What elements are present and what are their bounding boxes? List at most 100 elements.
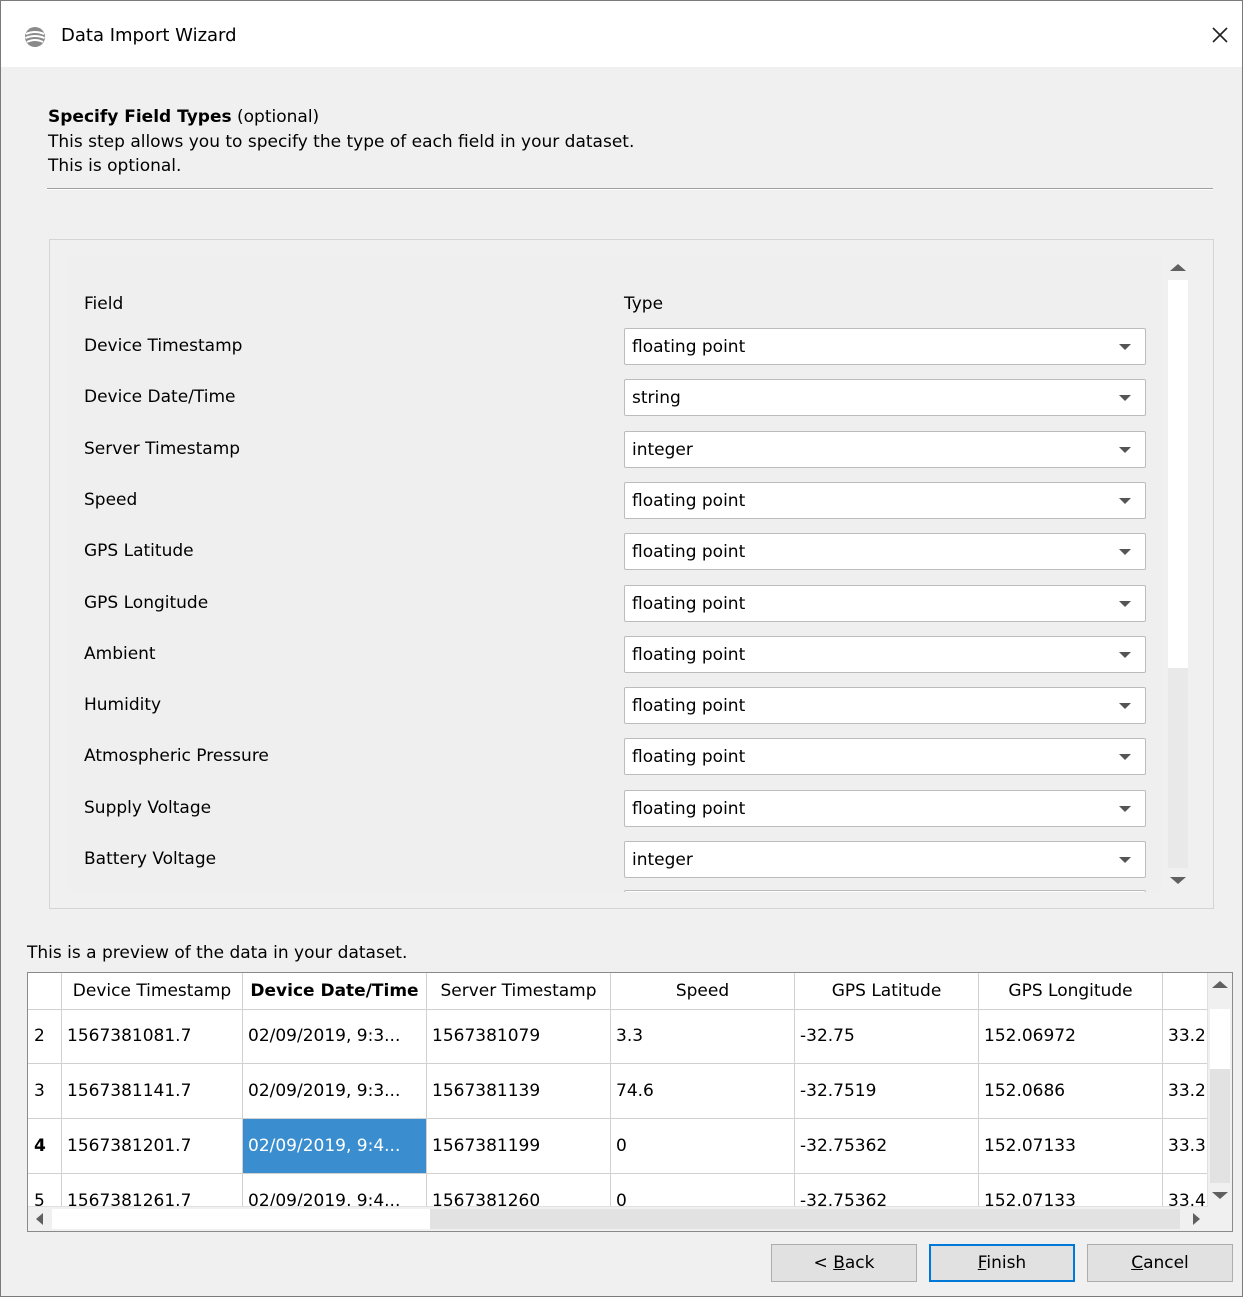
grid-scroll-left-icon[interactable] xyxy=(36,1213,43,1225)
type-select[interactable]: floating point xyxy=(624,635,1146,673)
grid-cell[interactable]: 152.0686 xyxy=(979,1064,1163,1119)
grid-cell[interactable]: 1567381199 xyxy=(427,1119,611,1174)
chevron-down-icon[interactable] xyxy=(1119,395,1131,402)
grid-cell[interactable]: 1567381141.7 xyxy=(62,1064,243,1119)
field-types-scrollbar[interactable] xyxy=(1166,256,1190,892)
type-select[interactable]: floating point xyxy=(624,481,1146,519)
chevron-down-icon[interactable] xyxy=(1119,344,1131,350)
type-select[interactable]: integer xyxy=(624,841,1146,878)
type-select[interactable]: string xyxy=(624,379,1146,417)
chevron-down-icon[interactable] xyxy=(1119,754,1131,761)
field-name-label: Ambient xyxy=(84,643,156,664)
chevron-down-icon[interactable] xyxy=(1119,805,1131,812)
grid-cell[interactable]: 74.6 xyxy=(611,1064,795,1119)
type-select-value: floating point xyxy=(632,644,746,665)
field-type-row: GPS Latitude floating point xyxy=(68,533,1162,573)
grid-cell[interactable]: 1567381079 xyxy=(427,1009,611,1064)
grid-cell[interactable]: 1567381201.7 xyxy=(62,1119,243,1174)
grid-cell[interactable]: -32.75362 xyxy=(795,1119,979,1174)
scroll-down-icon[interactable] xyxy=(1170,877,1186,884)
field-type-row: Speed floating point xyxy=(68,481,1162,522)
grid-cell[interactable]: 02/09/2019, 9:3... xyxy=(243,1064,427,1119)
grid-scroll-down-icon[interactable] xyxy=(1212,1192,1228,1199)
grid-cell[interactable]: 3.3 xyxy=(611,1009,795,1064)
grid-column-header[interactable]: GPS Longitude xyxy=(979,973,1163,1009)
grid-cell[interactable]: 1567381081.7 xyxy=(62,1009,243,1064)
preview-horizontal-scrollbar[interactable] xyxy=(28,1206,1208,1231)
grid-hscroll-track[interactable] xyxy=(430,1209,1180,1229)
back-button-rest: ack xyxy=(844,1253,875,1273)
type-select-value: floating point xyxy=(632,747,746,768)
grid-cell[interactable]: 0 xyxy=(611,1119,795,1174)
type-select-value: integer xyxy=(632,439,693,460)
field-column-header: Field xyxy=(84,294,124,314)
grid-cell[interactable]: 152.06972 xyxy=(979,1009,1163,1064)
type-select[interactable]: floating point xyxy=(624,687,1146,725)
close-icon[interactable] xyxy=(1204,19,1236,51)
type-select[interactable]: integer xyxy=(624,430,1146,468)
finish-button-rest: inish xyxy=(986,1253,1027,1273)
chevron-down-icon[interactable] xyxy=(1119,446,1131,453)
grid-row-number[interactable]: 3 xyxy=(28,1064,62,1119)
field-name-label: Atmospheric Pressure xyxy=(84,746,269,767)
field-type-row: GPS Longitude floating point xyxy=(68,584,1162,625)
grid-column-header[interactable]: Device Date/Time xyxy=(243,973,427,1009)
chevron-down-icon[interactable] xyxy=(1119,703,1131,710)
chevron-down-icon[interactable] xyxy=(1119,497,1131,504)
preview-vertical-scrollbar[interactable] xyxy=(1207,973,1232,1207)
grid-cell[interactable]: 152.07133 xyxy=(979,1119,1163,1174)
page-title-suffix: (optional) xyxy=(231,107,320,127)
type-select[interactable]: floating point xyxy=(624,789,1146,827)
grid-column-header[interactable]: Speed xyxy=(611,973,795,1009)
type-select-partial[interactable] xyxy=(624,890,1146,892)
cancel-button-mnemonic: C xyxy=(1131,1253,1144,1273)
field-name-label: Battery Voltage xyxy=(84,849,217,869)
grid-row[interactable]: 2 1567381081.7 02/09/2019, 9:3... 156738107… xyxy=(28,1009,1232,1064)
page-title: Specify Field Types (optional) xyxy=(48,107,319,127)
finish-button[interactable]: Finish xyxy=(929,1244,1075,1282)
cancel-button[interactable]: Cancel xyxy=(1087,1244,1233,1282)
type-select[interactable]: floating point xyxy=(624,328,1146,365)
grid-cell-selected[interactable]: 02/09/2019, 9:4... xyxy=(243,1119,427,1174)
field-type-row: Server Timestamp integer xyxy=(68,430,1162,471)
type-select-value: floating point xyxy=(632,542,746,563)
field-name-label: GPS Latitude xyxy=(84,541,194,562)
grid-column-header[interactable]: Server Timestamp xyxy=(427,973,611,1009)
chevron-down-icon[interactable] xyxy=(1119,857,1131,863)
grid-scroll-right-icon[interactable] xyxy=(1193,1213,1200,1225)
grid-row[interactable]: 3 1567381141.7 02/09/2019, 9:3... 156738113… xyxy=(28,1064,1232,1119)
scrollbar-track[interactable] xyxy=(1168,668,1188,868)
preview-grid[interactable]: Device Timestamp Device Date/Time Server T… xyxy=(27,972,1233,1232)
type-select[interactable]: floating point xyxy=(624,584,1146,622)
grid-corner-header[interactable] xyxy=(28,973,62,1009)
chevron-down-icon[interactable] xyxy=(1119,549,1131,556)
field-type-row: Battery Voltage integer xyxy=(68,841,1162,881)
scrollbar-corner xyxy=(1208,1207,1232,1231)
grid-cell[interactable]: 1567381139 xyxy=(427,1064,611,1119)
grid-hscroll-thumb[interactable] xyxy=(52,1209,430,1229)
app-globe-icon xyxy=(25,27,45,47)
grid-row[interactable]: 4 1567381201.7 02/09/2019, 9:4... 156738119… xyxy=(28,1119,1232,1174)
grid-row-number[interactable]: 4 xyxy=(28,1119,62,1174)
grid-cell[interactable]: 02/09/2019, 9:3... xyxy=(243,1009,427,1064)
type-select[interactable]: floating point xyxy=(624,738,1146,776)
type-select-value: string xyxy=(632,388,681,409)
grid-vscroll-track[interactable] xyxy=(1210,1069,1230,1183)
scroll-up-icon[interactable] xyxy=(1170,264,1186,271)
grid-vscroll-thumb[interactable] xyxy=(1210,1009,1230,1069)
grid-scroll-up-icon[interactable] xyxy=(1212,981,1228,988)
grid-column-header[interactable]: GPS Latitude xyxy=(795,973,979,1009)
chevron-down-icon[interactable] xyxy=(1119,600,1131,607)
grid-cell[interactable]: -32.75 xyxy=(795,1009,979,1064)
type-select[interactable]: floating point xyxy=(624,533,1146,571)
page-title-bold: Specify Field Types xyxy=(48,107,232,127)
grid-cell[interactable]: -32.7519 xyxy=(795,1064,979,1119)
header-divider xyxy=(47,188,1213,190)
grid-row-number[interactable]: 2 xyxy=(28,1009,62,1064)
chevron-down-icon[interactable] xyxy=(1119,651,1131,658)
scrollbar-thumb[interactable] xyxy=(1168,280,1188,668)
grid-column-header[interactable]: Device Timestamp xyxy=(62,973,243,1009)
field-type-row: Humidity floating point xyxy=(68,687,1162,727)
back-button[interactable]: < Back xyxy=(771,1244,917,1282)
type-select-value: floating point xyxy=(632,490,746,511)
